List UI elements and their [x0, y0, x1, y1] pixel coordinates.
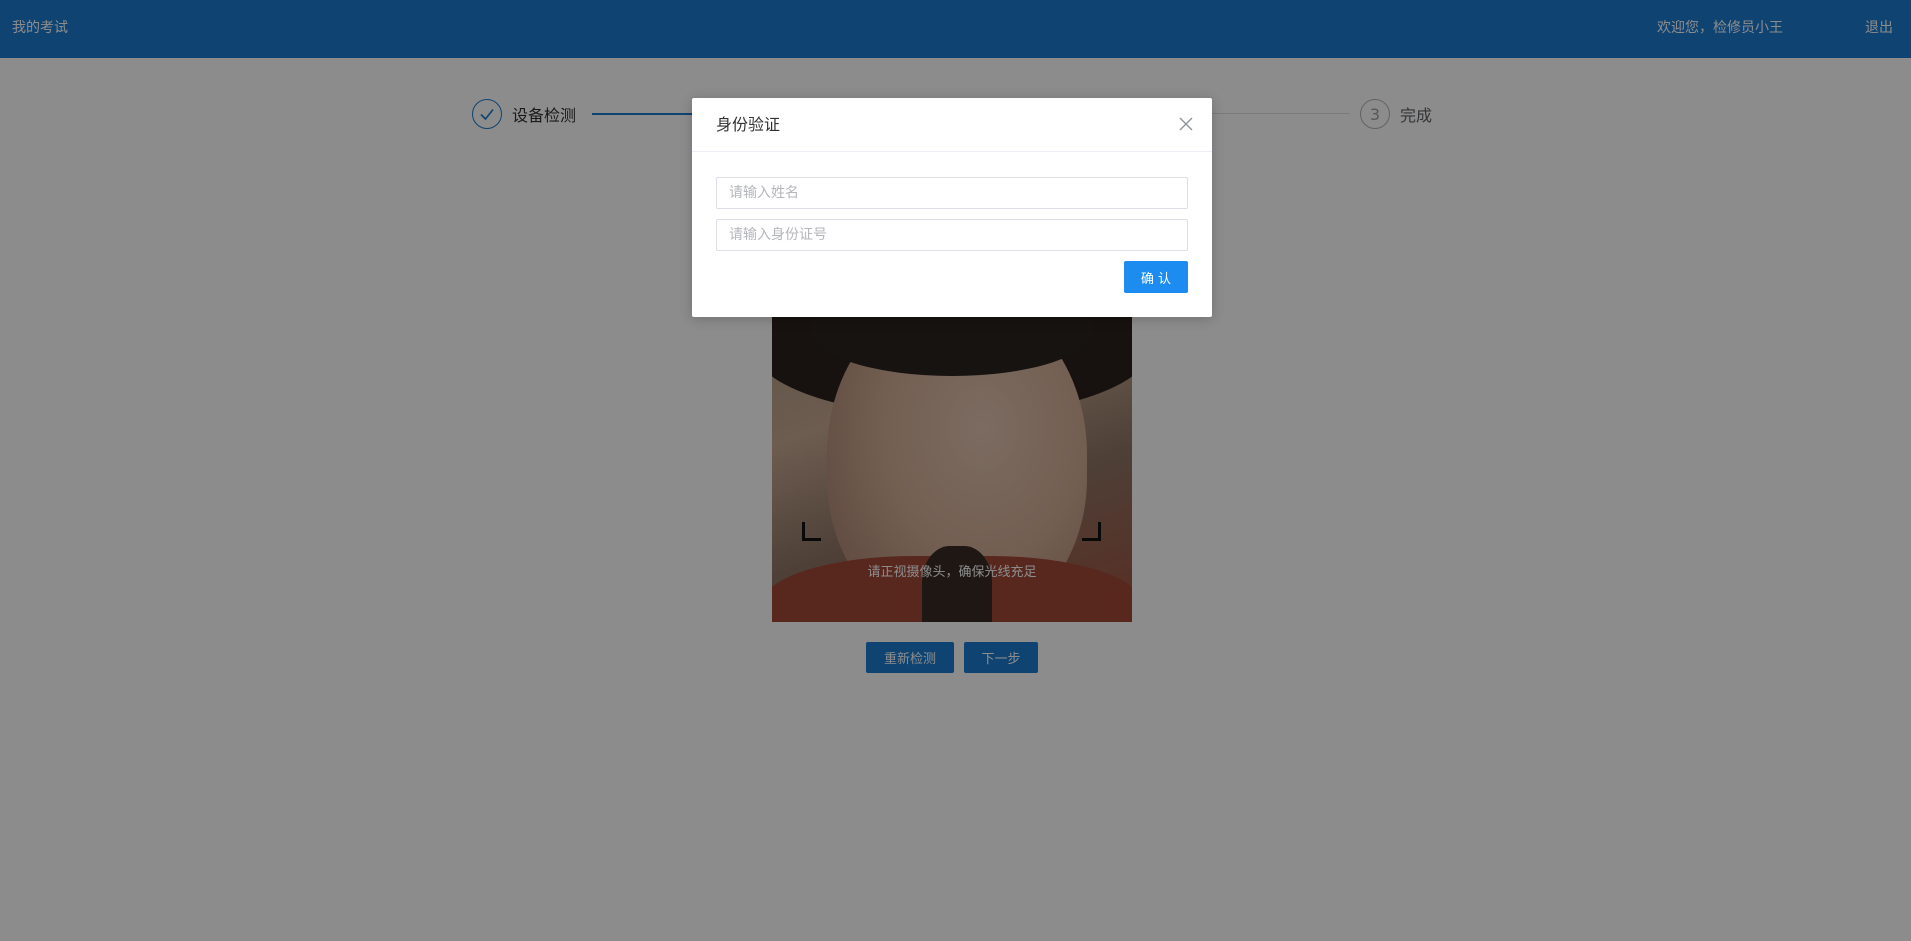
- dialog-title: 身份验证: [716, 115, 781, 134]
- close-icon[interactable]: [1178, 116, 1194, 132]
- dialog-header: 身份验证: [692, 98, 1212, 152]
- identity-verification-dialog: 身份验证 确 认: [692, 98, 1212, 317]
- id-number-input[interactable]: [716, 219, 1188, 251]
- name-input[interactable]: [716, 177, 1188, 209]
- confirm-button[interactable]: 确 认: [1124, 261, 1188, 293]
